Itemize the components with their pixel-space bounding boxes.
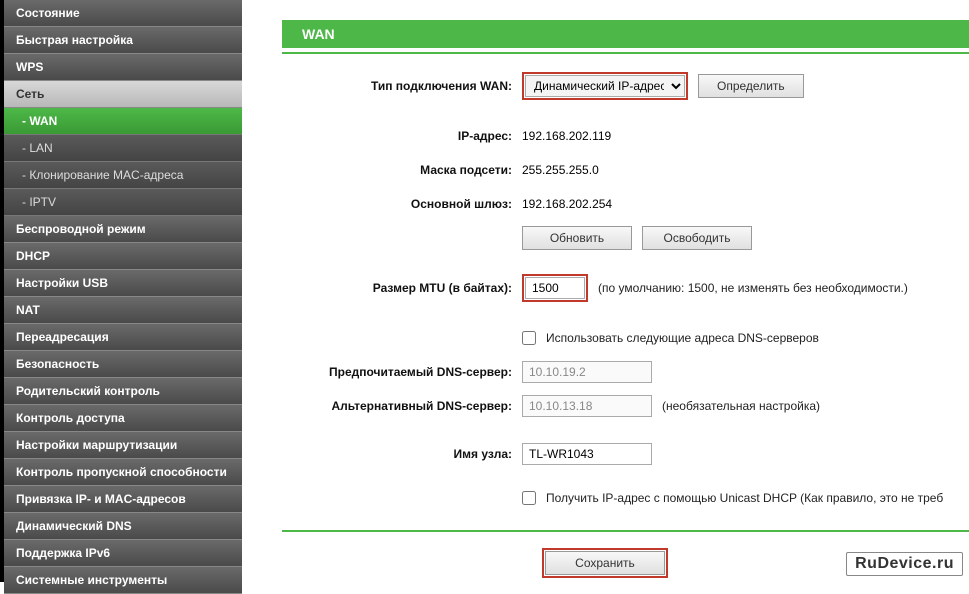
nav-lan[interactable]: - LAN (4, 135, 242, 162)
nav-mac-clone[interactable]: - Клонирование MAC-адреса (4, 162, 242, 189)
dns1-label: Предпочитаемый DNS-сервер: (282, 365, 522, 379)
ip-label: IP-адрес: (282, 129, 522, 143)
nav-network[interactable]: Сеть (4, 81, 242, 108)
save-button[interactable]: Сохранить (545, 551, 665, 575)
nav-iptv[interactable]: - IPTV (4, 189, 242, 216)
nav-bandwidth[interactable]: Контроль пропускной способности (4, 459, 242, 486)
dns1-input[interactable] (522, 361, 652, 383)
dns2-hint: (необязательная настройка) (662, 399, 820, 413)
unicast-label: Получить IP-адрес с помощью Unicast DHCP… (546, 491, 943, 505)
mtu-hint: (по умолчанию: 1500, не изменять без нео… (598, 281, 908, 295)
nav-status[interactable]: Состояние (4, 0, 242, 27)
nav-quick-setup[interactable]: Быстрая настройка (4, 27, 242, 54)
release-button[interactable]: Освободить (642, 226, 752, 250)
nav-nat[interactable]: NAT (4, 297, 242, 324)
nav-forwarding[interactable]: Переадресация (4, 324, 242, 351)
mask-label: Маска подсети: (282, 163, 522, 177)
dns2-label: Альтернативный DNS-сервер: (282, 399, 522, 413)
detect-button[interactable]: Определить (698, 74, 804, 98)
nav-ipv6[interactable]: Поддержка IPv6 (4, 540, 242, 567)
main-content: WAN Тип подключения WAN: Динамический IP… (242, 0, 969, 582)
nav-system-tools[interactable]: Системные инструменты (4, 567, 242, 594)
nav-access-control[interactable]: Контроль доступа (4, 405, 242, 432)
mtu-input[interactable] (525, 277, 585, 299)
renew-button[interactable]: Обновить (522, 226, 632, 250)
divider (282, 52, 969, 54)
hostname-label: Имя узла: (282, 447, 522, 461)
ip-value: 192.168.202.119 (522, 129, 611, 143)
nav-ip-mac-binding[interactable]: Привязка IP- и MAC-адресов (4, 486, 242, 513)
nav-wan[interactable]: - WAN (4, 108, 242, 135)
page-title: WAN (282, 20, 969, 48)
conn-type-select[interactable]: Динамический IP-адрес (525, 75, 685, 97)
nav-wps[interactable]: WPS (4, 54, 242, 81)
nav-routing[interactable]: Настройки маршрутизации (4, 432, 242, 459)
sidebar: Состояние Быстрая настройка WPS Сеть - W… (0, 0, 242, 582)
mtu-label: Размер MTU (в байтах): (282, 281, 522, 295)
dns2-input[interactable] (522, 395, 652, 417)
divider-bottom (282, 530, 969, 532)
mask-value: 255.255.255.0 (522, 163, 599, 177)
nav-usb[interactable]: Настройки USB (4, 270, 242, 297)
nav-security[interactable]: Безопасность (4, 351, 242, 378)
gateway-label: Основной шлюз: (282, 197, 522, 211)
use-dns-label: Использовать следующие адреса DNS-сервер… (546, 331, 819, 345)
conn-type-label: Тип подключения WAN: (282, 79, 522, 93)
nav-ddns[interactable]: Динамический DNS (4, 513, 242, 540)
gateway-value: 192.168.202.254 (522, 197, 612, 211)
unicast-checkbox[interactable] (522, 491, 536, 505)
use-dns-checkbox[interactable] (522, 331, 536, 345)
watermark: RuDevice.ru (846, 552, 963, 576)
nav-parental[interactable]: Родительский контроль (4, 378, 242, 405)
hostname-input[interactable] (522, 443, 652, 465)
nav-dhcp[interactable]: DHCP (4, 243, 242, 270)
nav-wireless[interactable]: Беспроводной режим (4, 216, 242, 243)
